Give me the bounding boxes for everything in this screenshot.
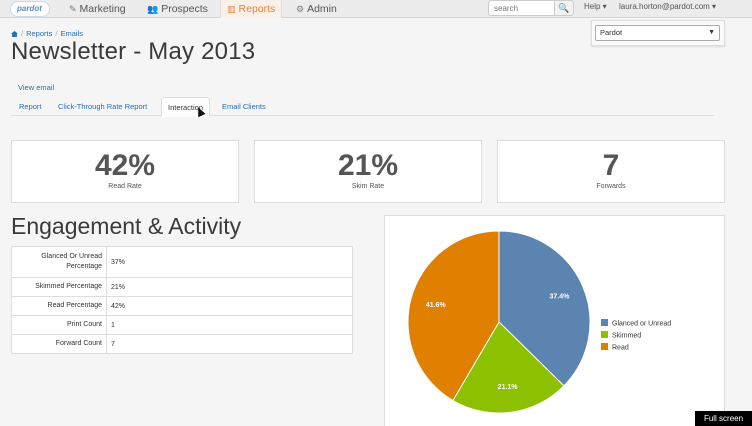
row-value: 21% [106,277,353,297]
nav-admin-label: Admin [307,3,337,15]
tab-report[interactable]: Report [13,97,48,116]
nav-prospects[interactable]: 👥 Prospects [147,0,208,18]
row-label: Print Count [11,315,107,335]
help-menu[interactable]: Help ▾ [584,0,607,14]
legend-label: Skimmed [612,333,641,340]
home-icon[interactable] [11,31,18,37]
account-select-value: Pardot [600,28,623,37]
pie-data-label: 41.6% [426,302,447,309]
tab-click-through-rate-report[interactable]: Click-Through Rate Report [52,97,153,116]
pardot-logo[interactable]: pardot [10,1,50,17]
row-label: Read Percentage [11,296,107,316]
user-menu[interactable]: laura.horton@pardot.com ▾ [619,0,716,14]
users-icon: 👥 [147,4,159,14]
kpi-label: Read Rate [108,183,142,190]
kpi-skim-rate: 21% Skim Rate [254,140,482,203]
kpi-read-rate: 42% Read Rate [11,140,239,203]
row-label: Glanced Or Unread Percentage [11,246,107,278]
legend-swatch [601,331,608,338]
breadcrumb-separator: / [21,29,24,38]
nav-marketing[interactable]: ✎ Marketing [69,0,126,18]
pie-chart: 37.4% 21.1% 41.6% Glanced or Unread Skimmed R… [407,230,671,414]
nav-prospects-label: Prospects [161,3,208,15]
nav-reports-label: Reports [238,3,276,15]
breadcrumb-emails[interactable]: Emails [60,29,83,38]
table-row: Skimmed Percentage 21% [11,277,353,297]
kpi-label: Forwards [596,183,626,190]
section-title: Engagement & Activity [11,213,242,239]
nav-marketing-label: Marketing [79,3,126,15]
legend-swatch [601,343,608,350]
breadcrumb: / Reports / Emails [11,29,83,38]
page-title: Newsletter - May 2013 [11,38,256,65]
row-value: 37% [106,246,353,278]
row-value: 7 [106,334,353,354]
nav-admin[interactable]: ⚙ Admin [296,0,337,18]
account-select[interactable]: Pardot ▼ [595,25,720,41]
top-navigation: pardot ✎ Marketing 👥 Prospects ▥ Reports ⚙ A… [0,0,752,18]
table-row: Glanced Or Unread Percentage 37% [11,246,353,278]
tab-email-clients[interactable]: Email Clients [216,97,272,116]
nav-reports[interactable]: ▥ Reports [220,0,283,18]
pencil-icon: ✎ [69,4,77,14]
row-value: 42% [106,296,353,316]
chevron-down-icon: ▼ [708,29,715,36]
row-label: Skimmed Percentage [11,277,107,297]
legend-swatch [601,319,608,326]
kpi-label: Skim Rate [351,183,385,190]
breadcrumb-separator: / [55,29,58,38]
pie-data-label: 37.4% [549,294,570,301]
table-row: Forward Count 7 [11,334,353,354]
table-row: Read Percentage 42% [11,296,353,316]
kpi-forwards: 7 Forwards [497,140,725,203]
legend-label: Glanced or Unread [612,321,671,328]
chart-panel: 37.4% 21.1% 41.6% Glanced or Unread Skimmed R… [384,215,725,426]
search-input[interactable] [488,0,555,16]
search-button[interactable]: 🔍 [554,0,574,16]
pie-data-label: 21.1% [498,384,519,391]
bar-chart-icon: ▥ [227,4,236,14]
legend-label: Read [612,345,629,352]
row-label: Forward Count [11,334,107,354]
view-email-link[interactable]: View email [18,83,54,92]
kpi-value: 42% [94,149,156,182]
report-tabs: Report Click-Through Rate Report Interac… [11,97,714,117]
table-row: Print Count 1 [11,315,353,335]
fullscreen-button[interactable]: Full screen [695,411,752,426]
breadcrumb-reports[interactable]: Reports [26,29,52,38]
kpi-value: 21% [337,149,399,182]
gear-icon: ⚙ [296,4,305,14]
search-icon: 🔍 [558,3,570,13]
row-value: 1 [106,315,353,335]
kpi-value: 7 [602,149,620,182]
engagement-table: Glanced Or Unread Percentage 37% Skimmed… [11,246,353,354]
logo-text: pardot [17,4,42,13]
